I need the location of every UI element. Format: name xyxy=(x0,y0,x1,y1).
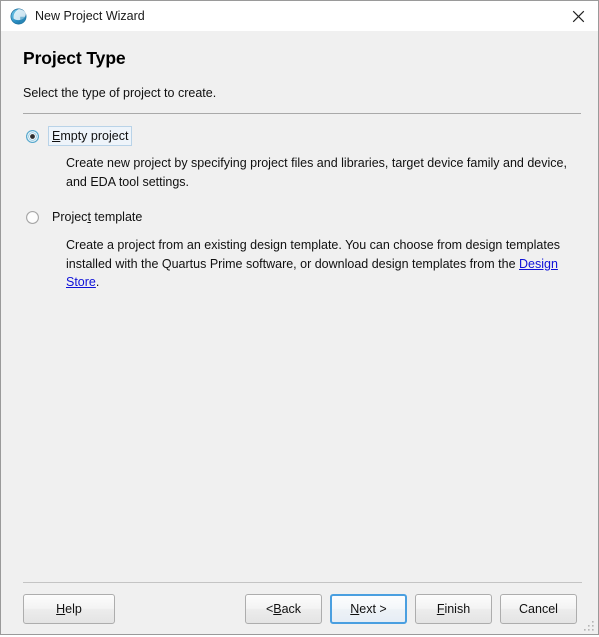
header-divider xyxy=(23,113,581,114)
page-subtitle: Select the type of project to create. xyxy=(23,86,217,100)
option-spacer xyxy=(21,191,578,208)
radio-unselected-icon[interactable] xyxy=(26,211,39,224)
radio-label-project-template[interactable]: Project template xyxy=(48,207,146,227)
project-type-radio-group: Empty project Create new project by spec… xyxy=(21,126,578,292)
dialog-button-bar: Help < Back Next > Finish Cancel xyxy=(1,582,598,634)
btn-mnemonic: B xyxy=(273,601,282,616)
help-button[interactable]: Help xyxy=(23,593,115,624)
close-icon[interactable] xyxy=(558,1,598,31)
radio-selected-icon[interactable] xyxy=(26,130,39,143)
dialog-content: Project Type Select the type of project … xyxy=(1,31,598,582)
next-button[interactable]: Next > xyxy=(330,593,407,624)
btn-pre: < xyxy=(265,601,274,616)
finish-button[interactable]: Finish xyxy=(415,593,492,624)
quartus-globe-icon xyxy=(10,8,27,25)
btn-post: ack xyxy=(281,601,302,616)
btn-mnemonic: H xyxy=(56,601,66,616)
btn-mnemonic: F xyxy=(436,601,445,616)
btn-mnemonic: N xyxy=(350,601,360,616)
label-pre: Projec xyxy=(52,210,88,224)
new-project-wizard-dialog: New Project Wizard Project Type Select t… xyxy=(0,0,599,635)
description-text-after-link: . xyxy=(95,275,100,289)
window-title: New Project Wizard xyxy=(35,8,145,23)
label-post: mpty project xyxy=(60,129,129,143)
title-bar: New Project Wizard xyxy=(1,1,598,31)
radio-description-empty-project: Create new project by specifying project… xyxy=(66,156,567,189)
btn-post: ext > xyxy=(359,601,387,616)
label-post: template xyxy=(90,210,143,224)
back-button[interactable]: < Back xyxy=(245,593,322,624)
radio-label-empty-project[interactable]: Empty project xyxy=(48,126,133,146)
description-text-before-link: Create a project from an existing design… xyxy=(66,238,561,271)
page-title: Project Type xyxy=(23,48,126,68)
resize-grip-icon[interactable] xyxy=(583,619,595,631)
cancel-button[interactable]: Cancel xyxy=(500,593,577,624)
radio-option-project-template[interactable]: Project template xyxy=(21,208,578,230)
radio-description-project-template: Create a project from an existing design… xyxy=(66,236,578,292)
radio-option-empty-project[interactable]: Empty project xyxy=(21,126,578,149)
btn-post: elp xyxy=(65,601,82,616)
btn-pre: Cancel xyxy=(519,601,558,616)
button-row: Help < Back Next > Finish Cancel xyxy=(21,583,578,634)
btn-post: inish xyxy=(444,601,471,616)
